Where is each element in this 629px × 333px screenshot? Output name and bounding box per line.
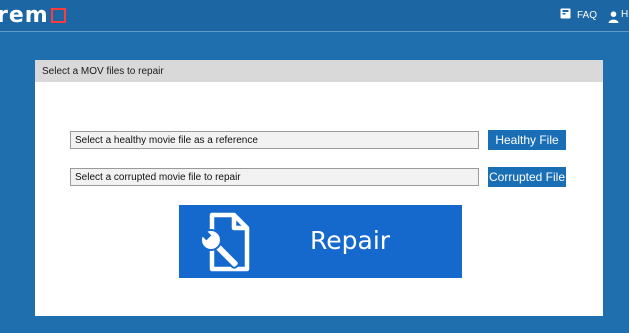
- file-wrench-icon: [198, 210, 261, 278]
- title-bar: rem FAQ H: [0, 0, 629, 31]
- corrupted-file-button[interactable]: Corrupted File: [488, 167, 566, 187]
- repair-panel: Select a MOV files to repair Select a he…: [35, 60, 603, 316]
- user-icon[interactable]: [608, 8, 619, 27]
- repair-button[interactable]: Repair: [179, 205, 462, 278]
- app-logo: rem: [0, 4, 66, 28]
- user-label[interactable]: H: [621, 9, 628, 20]
- healthy-file-button[interactable]: Healthy File: [488, 130, 566, 150]
- faq-link[interactable]: FAQ: [560, 8, 597, 22]
- title-bar-divider: [0, 31, 629, 32]
- panel-title: Select a MOV files to repair: [42, 66, 164, 77]
- panel-header: Select a MOV files to repair: [35, 60, 603, 82]
- book-icon: [560, 8, 571, 22]
- healthy-file-field[interactable]: Select a healthy movie file as a referen…: [70, 131, 479, 149]
- repair-label: Repair: [310, 226, 391, 255]
- corrupted-file-field[interactable]: Select a corrupted movie file to repair: [70, 168, 479, 186]
- faq-label: FAQ: [577, 9, 598, 21]
- logo-o-mark: [50, 7, 66, 23]
